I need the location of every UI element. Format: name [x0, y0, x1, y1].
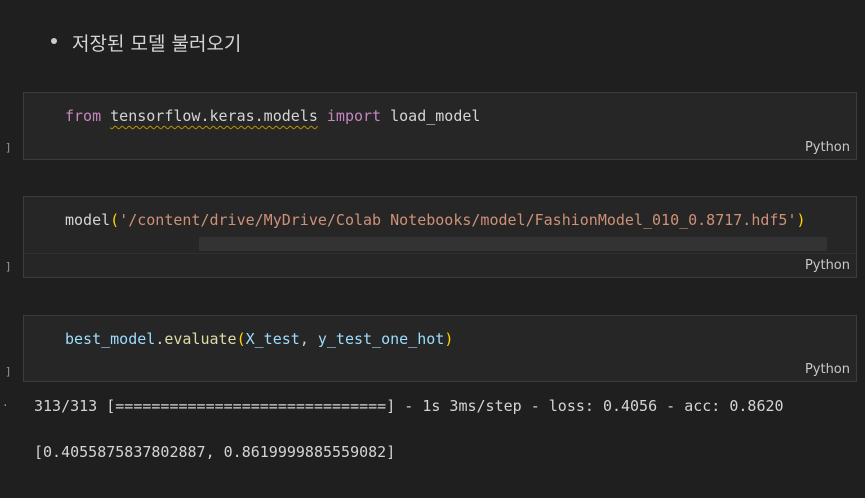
- close-paren: ): [796, 211, 806, 229]
- bullet-icon: [51, 38, 57, 44]
- comma: ,: [299, 330, 318, 348]
- cell-divider: [24, 253, 856, 254]
- keyword-from: from: [65, 107, 102, 125]
- argument-y-test: y_test_one_hot: [317, 330, 445, 348]
- code-cell-import[interactable]: from tensorflow.keras.models import load…: [23, 92, 857, 160]
- execution-bracket[interactable]: ]: [5, 141, 12, 154]
- method-name: evaluate: [164, 330, 237, 348]
- open-paren: (: [110, 211, 120, 229]
- execution-bracket[interactable]: ]: [5, 260, 12, 273]
- dot-operator: .: [155, 330, 165, 348]
- close-paren: ): [444, 330, 454, 348]
- cell-language-label[interactable]: Python: [805, 140, 850, 155]
- variable-name: best_model: [65, 330, 156, 348]
- notebook-page: 저장된 모델 불러오기 ] from tensorflow.keras.mode…: [0, 0, 865, 498]
- module-name: tensorflow.keras.models: [110, 107, 318, 125]
- code-line[interactable]: model('/content/drive/MyDrive/Colab Note…: [65, 211, 806, 229]
- imported-name: load_model: [390, 107, 481, 125]
- output-result-line: [0.4055875837802887, 0.8619999885559082]: [34, 443, 396, 461]
- string-literal: '/content/drive/MyDrive/Colab Notebooks/…: [119, 211, 797, 229]
- output-indicator[interactable]: ·: [2, 399, 9, 412]
- keyword-import: import: [326, 107, 382, 125]
- horizontal-scrollbar[interactable]: [199, 237, 827, 251]
- cell-language-label[interactable]: Python: [805, 362, 850, 377]
- output-progress-line: 313/313 [==============================]…: [34, 397, 784, 415]
- open-paren: (: [236, 330, 246, 348]
- code-line[interactable]: from tensorflow.keras.models import load…: [65, 107, 480, 125]
- code-cell-load-model[interactable]: model('/content/drive/MyDrive/Colab Note…: [23, 196, 857, 278]
- argument-x-test: X_test: [245, 330, 300, 348]
- function-name: model: [65, 211, 111, 229]
- code-line[interactable]: best_model.evaluate(X_test, y_test_one_h…: [65, 330, 453, 348]
- cell-language-label[interactable]: Python: [805, 258, 850, 273]
- markdown-cell[interactable]: 저장된 모델 불러오기: [0, 0, 865, 80]
- execution-bracket[interactable]: ]: [5, 365, 12, 378]
- code-cell-evaluate[interactable]: best_model.evaluate(X_test, y_test_one_h…: [23, 315, 857, 382]
- markdown-bullet-text: 저장된 모델 불러오기: [72, 33, 242, 55]
